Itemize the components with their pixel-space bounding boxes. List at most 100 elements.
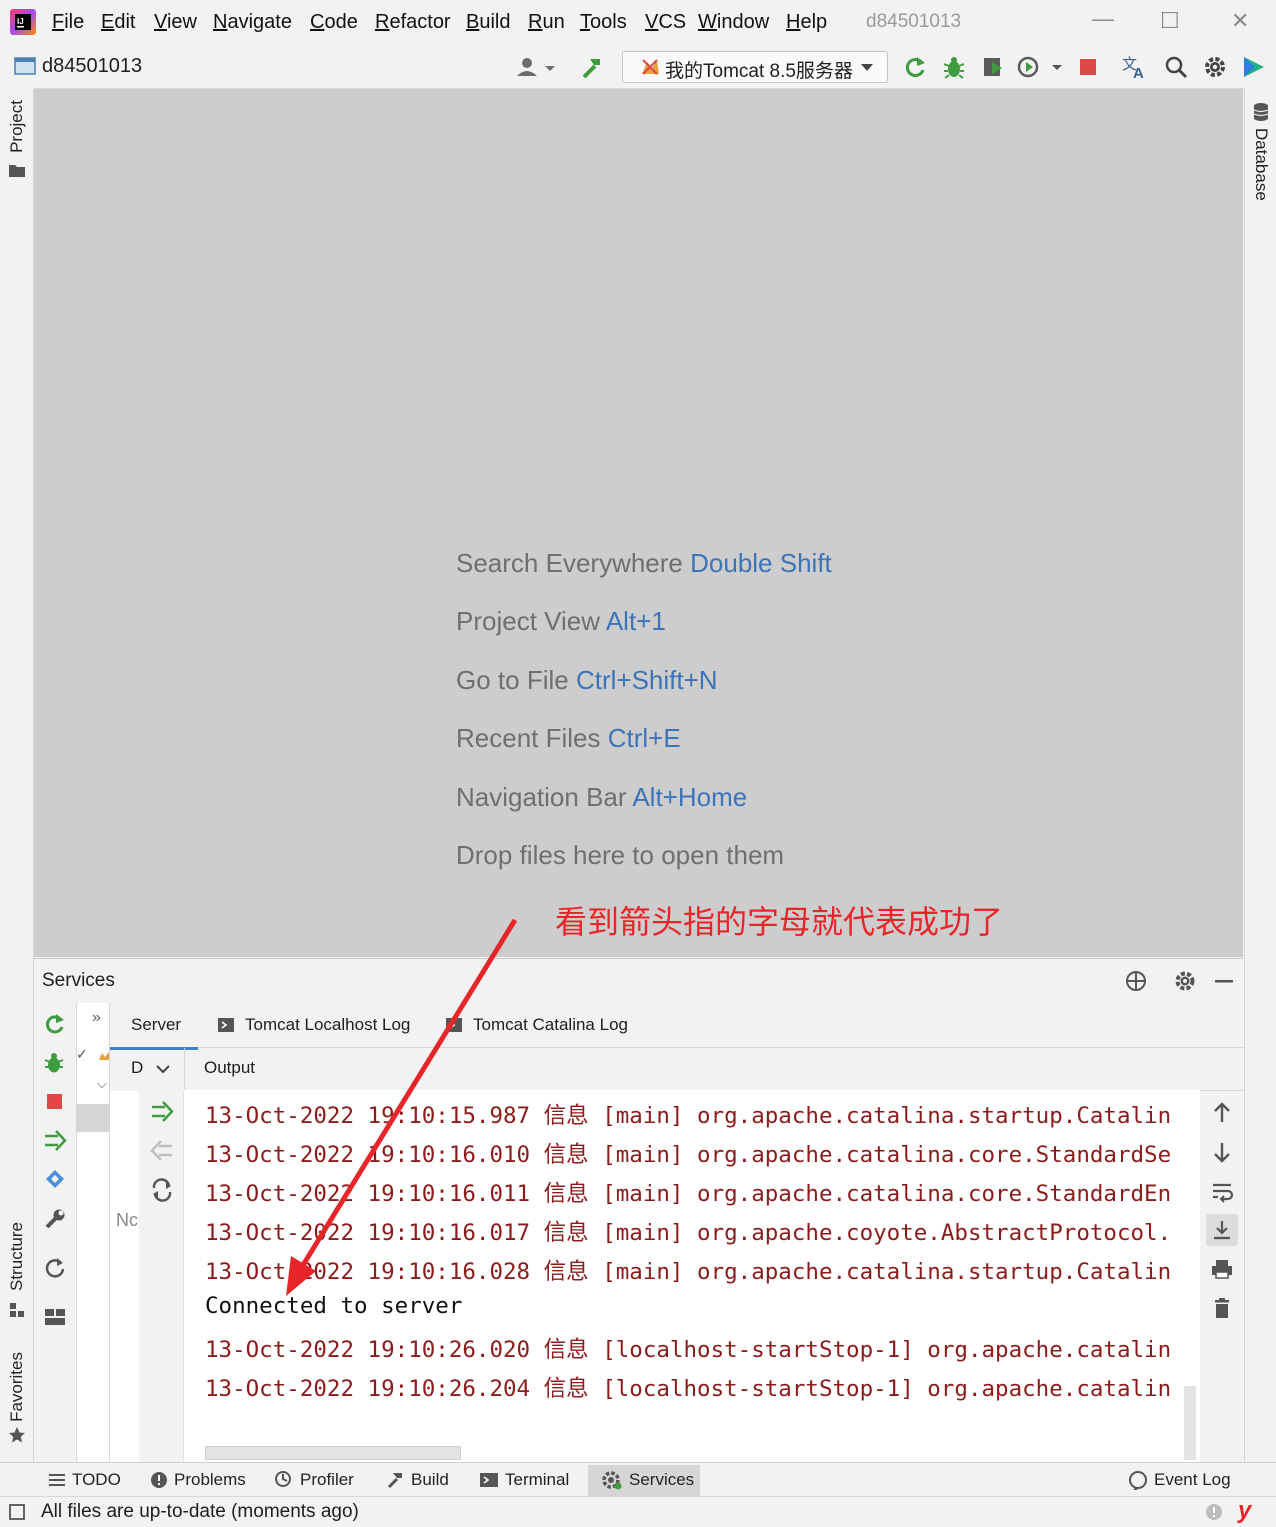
wrench-icon[interactable] <box>42 1206 68 1232</box>
deployment-selector[interactable]: D <box>110 1048 185 1090</box>
scroll-up-icon[interactable] <box>1210 1101 1234 1125</box>
build-tool-tab[interactable]: Build <box>385 1470 449 1490</box>
services-tree-pane <box>77 1003 110 1463</box>
database-icon <box>1251 102 1271 122</box>
code-with-me-icon[interactable] <box>1241 54 1267 80</box>
crosshair-icon[interactable] <box>1124 969 1148 993</box>
tab-localhost-log-label: Tomcat Localhost Log <box>245 1015 411 1034</box>
console-icon <box>444 1015 464 1035</box>
menu-view[interactable]: View <box>154 11 197 34</box>
stop-icon[interactable] <box>1076 55 1100 79</box>
scroll-down-icon[interactable] <box>1210 1140 1234 1164</box>
update-icon[interactable] <box>149 1177 175 1203</box>
left-tool-stripe: Project Structure Favorites <box>0 88 34 1462</box>
services-debug-icon[interactable] <box>42 1050 68 1076</box>
hide-panel-icon[interactable] <box>1212 969 1236 993</box>
refresh-icon[interactable] <box>42 1255 68 1281</box>
layout-icon[interactable] <box>42 1304 68 1330</box>
tab-tomcat-localhost-log[interactable]: Tomcat Localhost Log <box>216 1003 426 1047</box>
menu-refactor[interactable]: Refactor <box>375 11 451 34</box>
log-line: 13-Oct-2022 19:10:16.017 信息 [main] org.a… <box>205 1220 1172 1246</box>
search-icon[interactable] <box>1163 54 1189 80</box>
status-message: All files are up-to-date (moments ago) <box>41 1501 359 1522</box>
menu-tools[interactable]: Tools <box>580 11 627 34</box>
editor-empty-area: Search Everywhere Double Shift Project V… <box>34 89 1243 957</box>
window-title: d84501013 <box>866 11 962 32</box>
menu-build[interactable]: Build <box>466 11 510 34</box>
menu-file[interactable]: File <box>52 11 84 34</box>
menu-help[interactable]: Help <box>786 11 827 34</box>
svg-text:IJ: IJ <box>17 17 24 26</box>
log-line: 13-Oct-2022 19:10:16.010 信息 [main] org.a… <box>205 1142 1172 1168</box>
coverage-icon[interactable] <box>980 54 1006 80</box>
expand-chevron-icon[interactable]: » <box>92 1009 101 1027</box>
log-line: 13-Oct-2022 19:10:16.028 信息 [main] org.a… <box>205 1259 1172 1285</box>
settings-gear-icon[interactable] <box>1202 54 1228 80</box>
services-rerun-icon[interactable] <box>42 1011 68 1037</box>
debug-icon[interactable] <box>941 54 967 80</box>
hint-project-view: Project View Alt+1 <box>456 606 666 636</box>
services-stop-icon[interactable] <box>42 1089 68 1115</box>
scroll-to-end-icon[interactable] <box>1206 1214 1238 1246</box>
project-breadcrumb[interactable]: d84501013 <box>42 55 142 78</box>
profiler-label: Profiler <box>300 1470 354 1489</box>
tab-tomcat-catalina-log[interactable]: Tomcat Catalina Log <box>444 1003 644 1047</box>
console-output[interactable]: 13-Oct-2022 19:10:15.987 信息 [main] org.a… <box>184 1090 1200 1462</box>
menu-run[interactable]: Run <box>528 11 565 34</box>
deploy-all-icon[interactable] <box>149 1099 175 1125</box>
project-tab-label: Project <box>7 100 26 153</box>
undeploy-icon <box>149 1138 175 1164</box>
menu-window[interactable]: Window <box>698 11 769 34</box>
rerun-icon[interactable] <box>902 54 928 80</box>
maximize-button[interactable]: ☐ <box>1160 8 1180 34</box>
build-hammer-icon[interactable] <box>578 53 606 81</box>
log-line: 13-Oct-2022 19:10:26.020 信息 [localhost-s… <box>205 1337 1172 1363</box>
log-line: 13-Oct-2022 19:10:16.011 信息 [main] org.a… <box>205 1181 1172 1207</box>
problems-tool-tab[interactable]: Problems <box>150 1470 246 1490</box>
services-gear-icon[interactable] <box>1173 969 1197 993</box>
close-window-button[interactable]: ✕ <box>1231 8 1249 34</box>
profiler-run-icon[interactable] <box>1016 54 1066 80</box>
group-services-icon[interactable] <box>42 1167 68 1193</box>
clear-trash-icon[interactable] <box>1210 1296 1234 1320</box>
favorites-tab-label: Favorites <box>7 1352 26 1422</box>
deployment-placeholder: Nc <box>116 1210 138 1230</box>
hint-navigation-bar: Navigation Bar Alt+Home <box>456 782 748 812</box>
event-log-tool-tab[interactable]: Event Log <box>1128 1470 1231 1490</box>
menu-vcs[interactable]: VCS <box>645 11 686 34</box>
tree-collapse-icon[interactable]: ⌵ <box>97 1076 107 1092</box>
youdao-icon[interactable]: y <box>1238 1497 1251 1525</box>
output-label: Output <box>204 1058 256 1077</box>
toggle-tool-windows-icon[interactable] <box>8 1503 26 1521</box>
hint-drop-files: Drop files here to open them <box>456 840 785 870</box>
user-icon[interactable] <box>514 54 558 80</box>
tab-server[interactable]: Server <box>110 1003 198 1050</box>
horizontal-scrollbar[interactable] <box>205 1446 461 1460</box>
soft-wrap-icon[interactable] <box>1210 1179 1234 1203</box>
status-bar: All files are up-to-date (moments ago) y <box>0 1496 1276 1527</box>
right-tool-stripe: Database <box>1244 88 1276 1462</box>
menu-navigate[interactable]: Navigate <box>213 11 292 34</box>
deploy-icon[interactable] <box>42 1128 68 1154</box>
services-tool-tab[interactable]: Services <box>601 1470 694 1490</box>
menu-edit[interactable]: Edit <box>101 11 135 34</box>
terminal-tool-tab[interactable]: Terminal <box>479 1470 569 1490</box>
tree-check-icon: ✓ <box>76 1046 88 1062</box>
minimize-button[interactable]: — <box>1092 6 1114 32</box>
vertical-scrollbar[interactable] <box>1184 1386 1196 1460</box>
event-log-icon <box>1129 1471 1147 1490</box>
menu-code[interactable]: Code <box>310 11 358 34</box>
console-icon <box>216 1015 236 1035</box>
services-tab-label: Services <box>629 1470 695 1489</box>
tree-selected-row[interactable] <box>77 1104 109 1132</box>
run-configuration-select[interactable]: 我的Tomcat 8.5服务器 <box>622 51 888 83</box>
hint-search-everywhere: Search Everywhere Double Shift <box>456 548 832 578</box>
profiler-tool-tab[interactable]: Profiler <box>274 1470 354 1490</box>
svg-text:A: A <box>1133 65 1144 81</box>
print-icon[interactable] <box>1210 1257 1234 1281</box>
translate-icon[interactable]: 文A <box>1121 53 1151 81</box>
structure-icon <box>9 1302 25 1318</box>
problems-label: Problems <box>174 1470 246 1489</box>
inspection-status-icon[interactable] <box>1204 1502 1224 1522</box>
todo-tool-tab[interactable]: TODO <box>48 1470 121 1490</box>
